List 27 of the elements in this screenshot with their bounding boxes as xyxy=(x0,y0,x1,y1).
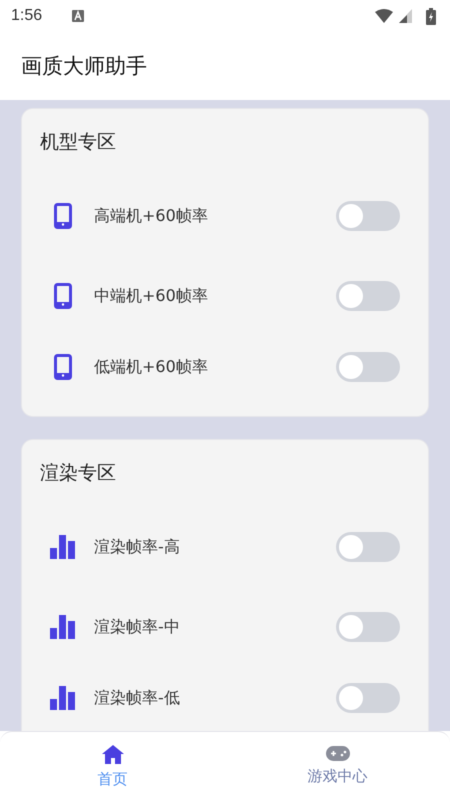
toggle-switch[interactable] xyxy=(336,352,400,382)
bar-chart-icon xyxy=(50,615,76,639)
option-label: 渲染帧率-低 xyxy=(94,688,181,708)
nav-tab[interactable]: 游戏中心 xyxy=(225,732,450,800)
toggle-switch[interactable] xyxy=(336,683,400,713)
option-label: 低端机+60帧率 xyxy=(94,356,209,378)
section-title: 渲染专区 xyxy=(40,461,117,486)
keyboard-indicator-icon xyxy=(72,10,84,22)
option-label: 高端机+60帧率 xyxy=(94,206,209,226)
app-title: 画质大师助手 xyxy=(21,53,147,80)
bar-chart-icon xyxy=(50,686,76,710)
bar-chart-icon xyxy=(50,535,76,559)
toggle-switch[interactable] xyxy=(336,281,400,311)
toggle-switch[interactable] xyxy=(336,201,400,231)
toggle-switch[interactable] xyxy=(336,532,400,562)
status-time: 1:56 xyxy=(11,7,42,25)
battery-icon xyxy=(426,8,436,24)
signal-icon xyxy=(399,9,412,23)
option-label: 中端机+60帧率 xyxy=(94,286,209,306)
option-label: 渲染帧率-高 xyxy=(94,536,181,558)
section-title: 机型专区 xyxy=(40,130,117,155)
home-icon xyxy=(102,744,124,764)
nav-tab[interactable]: 首页 xyxy=(0,732,225,800)
option-label: 渲染帧率-中 xyxy=(94,616,181,638)
gamepad-icon xyxy=(326,746,350,761)
wifi-icon xyxy=(375,9,393,23)
toggle-switch[interactable] xyxy=(336,612,400,642)
